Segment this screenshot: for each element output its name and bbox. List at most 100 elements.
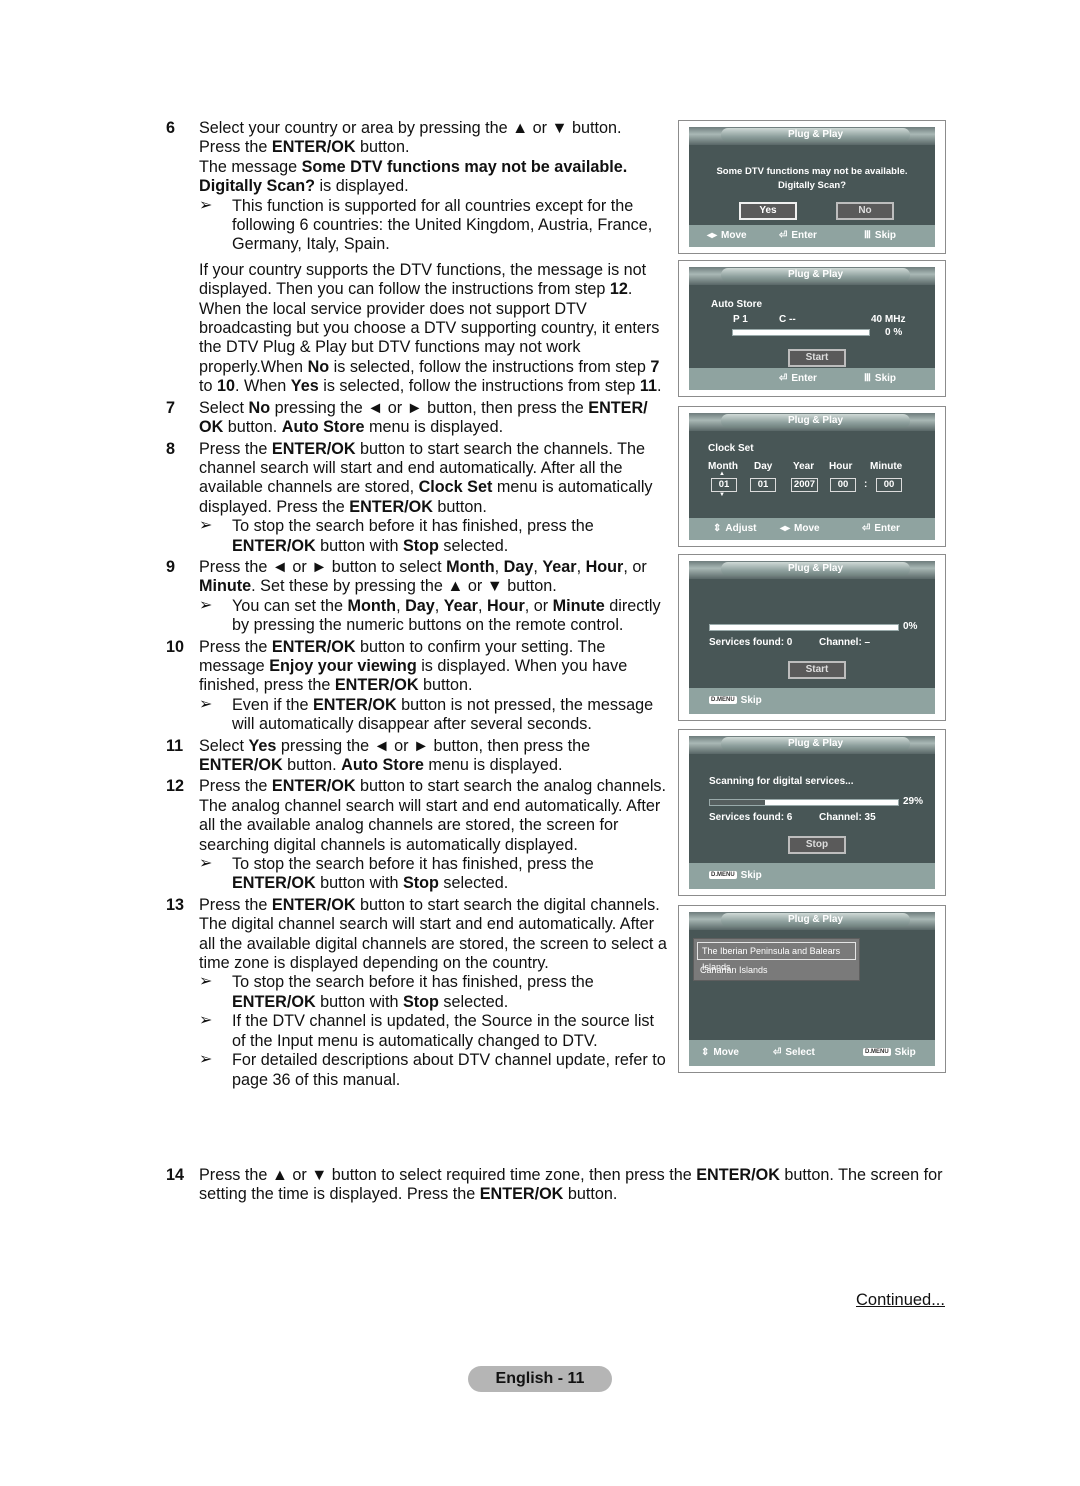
- screen-title-bar: Plug & Play: [689, 127, 935, 145]
- start-button[interactable]: Start: [788, 349, 846, 367]
- step-12: 12 Press the ENTER/OK button to start se…: [166, 777, 671, 893]
- note: ➢ Even if the ENTER/OK button is not pre…: [199, 695, 654, 734]
- up-down-arrows-icon: ⇕: [713, 523, 722, 534]
- month-field[interactable]: 01: [711, 478, 737, 492]
- minute-field[interactable]: 00: [876, 478, 902, 492]
- page-number-badge: English - 11: [468, 1366, 612, 1392]
- scanning-heading: Scanning for digital services...: [709, 776, 854, 787]
- progress-percent: 29%: [903, 796, 924, 807]
- dialog-message: Some DTV functions may not be available.: [716, 166, 908, 177]
- screen-footer: ◂▸ Move ⏎ Enter Ⅲ Skip: [689, 225, 935, 247]
- step-6: 6 Select your country or area by pressin…: [166, 119, 671, 397]
- arrow-icon: ➢: [199, 973, 213, 991]
- hour-label: Hour: [829, 461, 853, 472]
- progress-percent: 0%: [903, 621, 918, 632]
- screen-title: Plug & Play: [721, 414, 910, 428]
- enter-icon: ⏎: [773, 1047, 782, 1058]
- note: ➢ For detailed descriptions about DTV ch…: [199, 1051, 666, 1089]
- tv-screen-clock-set: Plug & Play Clock Set Month Day Year Hou…: [678, 406, 946, 547]
- screen-title: Plug & Play: [721, 128, 910, 142]
- progress-percent: 0 %: [885, 327, 903, 338]
- note: ➢ To stop the search before it has finis…: [199, 517, 594, 555]
- channel-value: Channel: 35: [819, 812, 876, 823]
- up-arrow-icon: ▲: [719, 471, 725, 477]
- note: ➢ If the DTV channel is updated, the Sou…: [199, 1012, 655, 1050]
- dmenu-icon: D.MENU: [709, 871, 737, 880]
- enter-icon: ⏎: [862, 523, 871, 534]
- dialog-question: Digitally Scan?: [777, 180, 847, 191]
- services-found: Services found: 6: [709, 812, 793, 823]
- screen-title: Plug & Play: [721, 737, 910, 751]
- arrow-icon: ➢: [199, 196, 213, 214]
- channel-value: Channel: –: [819, 637, 871, 648]
- instruction-steps: 6 Select your country or area by pressin…: [166, 119, 671, 1092]
- dmenu-icon: D.MENU: [863, 1048, 891, 1057]
- screen-title: Plug & Play: [721, 562, 910, 576]
- day-label: Day: [754, 461, 773, 472]
- year-field[interactable]: 2007: [791, 478, 818, 492]
- arrow-icon: ➢: [199, 596, 213, 614]
- screen-title-bar: Plug & Play: [689, 267, 935, 285]
- arrow-icon: ➢: [199, 695, 213, 713]
- step-text: Press the ENTER/OK button.: [199, 138, 410, 157]
- services-found: Services found: 0: [709, 637, 793, 648]
- screen-footer: ⇕ Adjust ◂▸ Move ⏎ Enter: [689, 518, 935, 540]
- step-number: 6: [166, 119, 176, 137]
- dmenu-icon: D.MENU: [709, 696, 737, 705]
- step-8: 8 Press the ENTER/OK button to start sea…: [166, 440, 671, 556]
- tv-screen-scanning-digital: Plug & Play Scanning for digital service…: [678, 729, 946, 896]
- arrow-icon: ➢: [199, 517, 213, 535]
- step-number: 8: [166, 439, 176, 458]
- tv-screen-digitally-scan: Plug & Play Some DTV functions may not b…: [678, 120, 946, 254]
- stop-button[interactable]: Stop: [788, 836, 846, 854]
- start-button[interactable]: Start: [788, 661, 846, 679]
- left-right-arrows-icon: ◂▸: [780, 523, 791, 534]
- note: ➢ To stop the search before it has finis…: [199, 973, 594, 1011]
- step-number: 14: [166, 1166, 185, 1184]
- step-text: Select your country or area by pressing …: [199, 119, 622, 137]
- step-number: 11: [166, 736, 184, 755]
- progress-fill: [710, 800, 765, 805]
- screen-title: Plug & Play: [721, 268, 910, 282]
- step-text: The message Some DTV functions may not b…: [199, 157, 628, 196]
- step-number: 12: [166, 777, 185, 796]
- step-number: 7: [166, 398, 176, 417]
- yes-button[interactable]: Yes: [739, 202, 797, 220]
- clock-set-heading: Clock Set: [708, 443, 754, 454]
- scan-progress-bar: [709, 799, 899, 806]
- time-zone-option[interactable]: The Iberian Peninsula and Balears Island…: [697, 942, 856, 972]
- tv-screen-time-zone: Plug & Play The Iberian Peninsula and Ba…: [678, 905, 946, 1073]
- screen-title-bar: Plug & Play: [689, 912, 935, 930]
- channel-label: C --: [779, 314, 796, 325]
- note: ➢ This function is supported for all cou…: [199, 196, 653, 254]
- screen-footer: ⇕ Move ⏎ Select D.MENU Skip: [689, 1040, 935, 1066]
- enter-icon: ⏎: [779, 230, 788, 241]
- time-zone-option[interactable]: Canarian Islands: [694, 960, 859, 980]
- hour-field[interactable]: 00: [830, 478, 856, 492]
- note: ➢ To stop the search before it has finis…: [199, 855, 594, 893]
- enter-icon: ⏎: [779, 373, 788, 384]
- tv-screen-auto-store: Plug & Play Auto Store P 1 C -- 40 MHz 0…: [678, 260, 946, 397]
- step-number: 13: [166, 895, 185, 914]
- step-10: 10 Press the ENTER/OK button to confirm …: [166, 638, 671, 735]
- no-button[interactable]: No: [836, 202, 894, 220]
- screen-title-bar: Plug & Play: [689, 561, 935, 579]
- step-number: 9: [166, 557, 176, 576]
- day-field[interactable]: 01: [750, 478, 776, 492]
- screen-footer: D.MENU Skip: [689, 863, 935, 889]
- screen-title: Plug & Play: [721, 913, 910, 927]
- time-separator: :: [864, 479, 868, 490]
- scan-progress-bar: [709, 624, 899, 631]
- step-number: 10: [166, 637, 185, 656]
- step-7: 7 Select No pressing the ◄ or ► button, …: [166, 398, 648, 437]
- screen-footer: D.MENU Skip: [689, 688, 935, 714]
- menu-icon: Ⅲ: [864, 373, 871, 384]
- continued-link: Continued...: [856, 1291, 945, 1309]
- screen-title-bar: Plug & Play: [689, 413, 935, 431]
- step-paragraph: If your country supports the DTV functio…: [199, 260, 662, 396]
- menu-icon: Ⅲ: [864, 230, 871, 241]
- auto-store-progress-bar: [732, 329, 870, 336]
- screen-title-bar: Plug & Play: [689, 736, 935, 754]
- minute-label: Minute: [870, 461, 903, 472]
- program-number: P 1: [733, 314, 748, 325]
